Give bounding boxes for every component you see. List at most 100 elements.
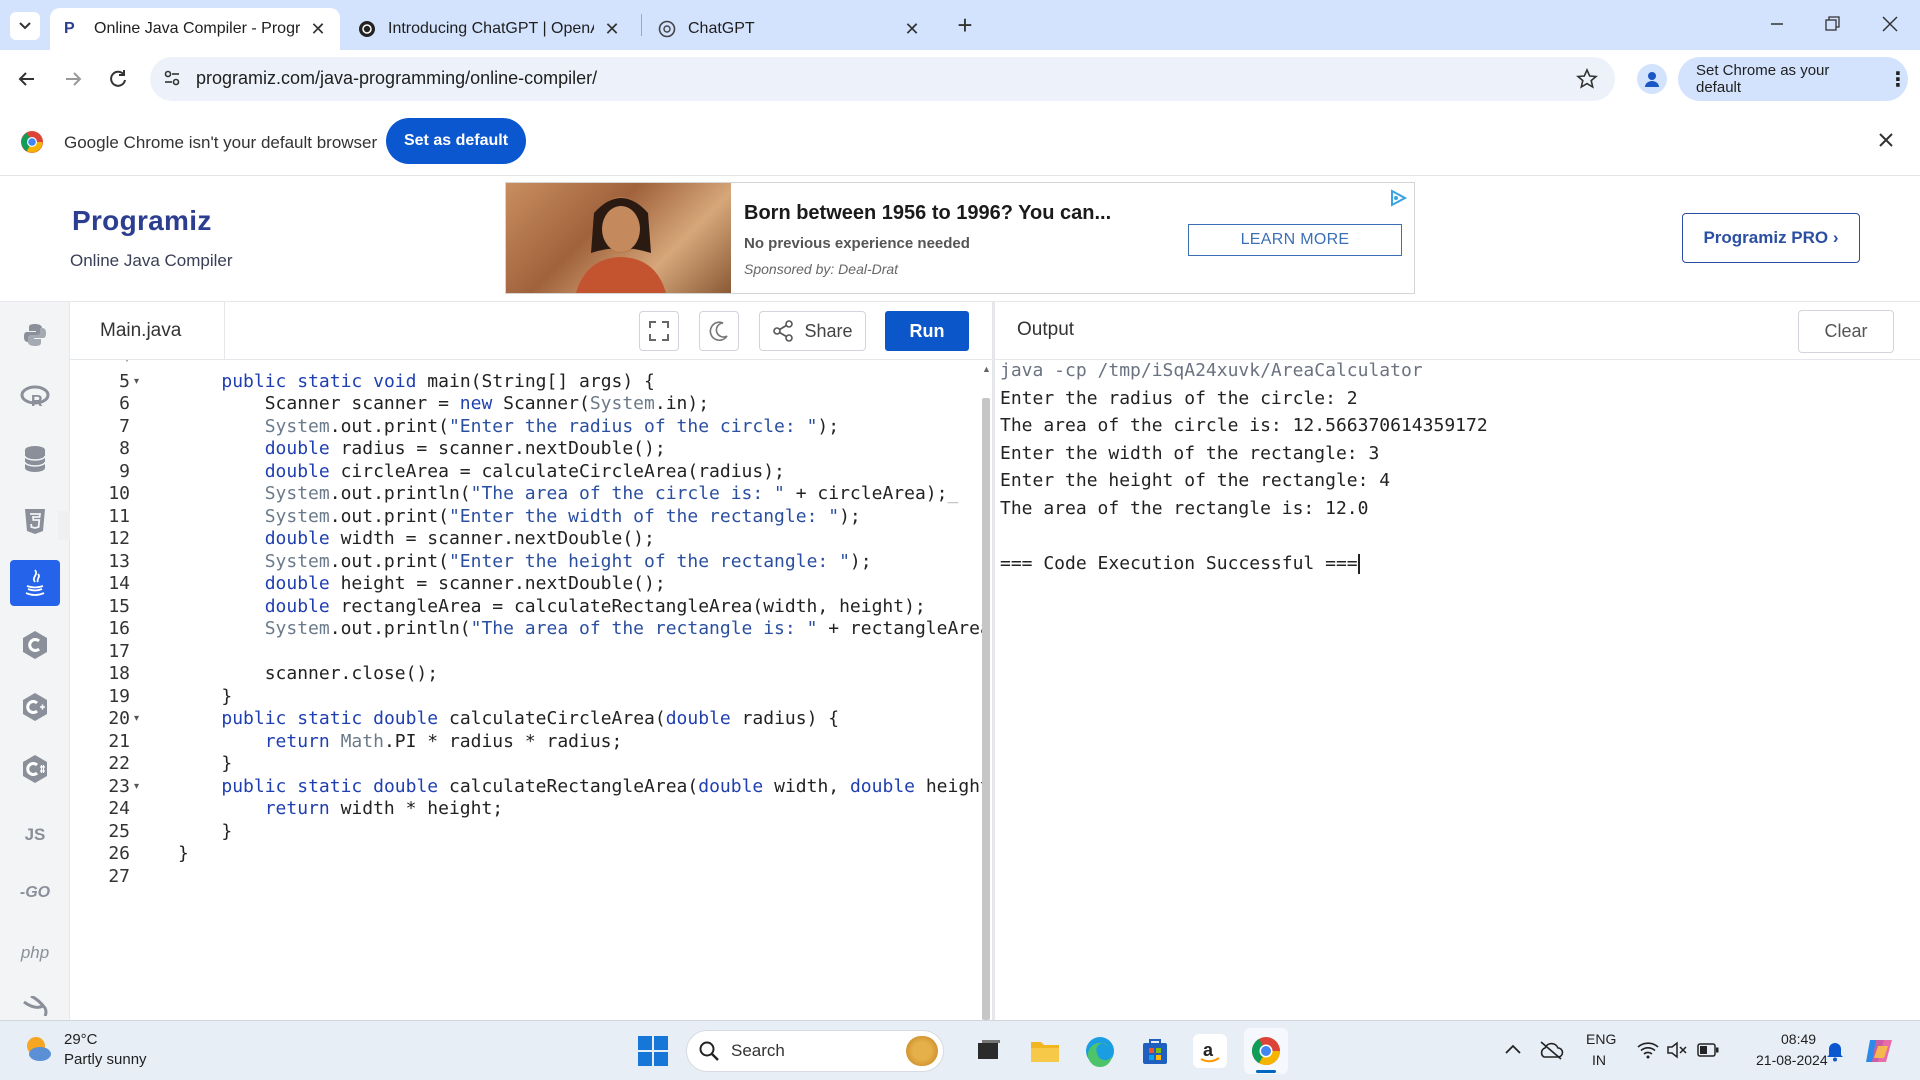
dark-mode-button[interactable]: [699, 311, 739, 351]
r-icon[interactable]: R: [10, 374, 60, 420]
bookmark-star-button[interactable]: [1575, 67, 1599, 91]
weather-description[interactable]: Partly sunny: [64, 1051, 147, 1068]
profile-button[interactable]: [1637, 64, 1667, 94]
file-explorer-icon[interactable]: [1028, 1034, 1062, 1068]
weather-temperature[interactable]: 29°C: [64, 1031, 98, 1048]
minimize-button[interactable]: [1765, 12, 1789, 36]
code-line[interactable]: }: [178, 686, 232, 707]
code-line[interactable]: double radius = scanner.nextDouble();: [178, 438, 666, 459]
fullscreen-button[interactable]: [639, 311, 679, 351]
code-line[interactable]: }: [178, 821, 232, 842]
back-button[interactable]: [14, 66, 40, 92]
amazon-icon[interactable]: a: [1193, 1034, 1227, 1068]
learn-more-button[interactable]: LEARN MORE: [1188, 224, 1402, 256]
run-button[interactable]: Run: [885, 311, 969, 351]
battery-icon[interactable]: [1697, 1043, 1719, 1057]
code-line[interactable]: }: [178, 843, 189, 864]
code-line[interactable]: public static void main(String[] args) {: [178, 371, 655, 392]
code-line[interactable]: return Math.PI * radius * radius;: [178, 731, 623, 752]
tab-openai[interactable]: Introducing ChatGPT | OpenAI ✕: [344, 8, 634, 50]
url-text[interactable]: programiz.com/java-programming/online-co…: [196, 68, 597, 89]
ad-choices-icon[interactable]: [1388, 188, 1408, 208]
code-line[interactable]: public static double calculateCircleArea…: [178, 708, 839, 729]
line-number: 27: [108, 865, 130, 887]
file-tab[interactable]: Main.java: [70, 302, 225, 360]
tab-search-button[interactable]: [10, 12, 40, 40]
code-line[interactable]: double circleArea = calculateCircleArea(…: [178, 461, 785, 482]
restore-button[interactable]: [1820, 12, 1844, 36]
infobar-close-button[interactable]: [1876, 130, 1896, 150]
clock-time[interactable]: 08:49: [1781, 1031, 1816, 1047]
start-button[interactable]: [638, 1036, 668, 1066]
chrome-taskbar-icon[interactable]: [1249, 1034, 1283, 1068]
code-line[interactable]: }: [178, 753, 232, 774]
php-icon[interactable]: php: [10, 930, 60, 976]
volume-muted-icon[interactable]: [1666, 1041, 1688, 1059]
copilot-icon[interactable]: [1864, 1036, 1896, 1066]
python-icon[interactable]: [10, 312, 60, 358]
code-line[interactable]: double width = scanner.nextDouble();: [178, 528, 655, 549]
programiz-logo[interactable]: Programiz: [72, 205, 212, 237]
javascript-icon[interactable]: JS: [10, 812, 60, 858]
close-tab-icon[interactable]: ✕: [310, 19, 326, 40]
wifi-icon[interactable]: [1637, 1041, 1659, 1059]
fold-toggle-icon[interactable]: ▾: [134, 713, 139, 724]
new-tab-button[interactable]: +: [950, 10, 980, 40]
code-line[interactable]: scanner.close();: [178, 663, 438, 684]
star-icon: [1576, 68, 1598, 89]
cpp-icon[interactable]: [10, 684, 60, 730]
code-line[interactable]: public static double calculateRectangleA…: [178, 776, 982, 797]
editor-scroll-up-arrow[interactable]: ▲: [982, 364, 991, 374]
output-console[interactable]: java -cp /tmp/iSqA24xuvk/AreaCalculator E…: [995, 360, 1920, 1020]
close-tab-icon[interactable]: ✕: [904, 19, 920, 40]
clock-date[interactable]: 21-08-2024: [1756, 1052, 1828, 1068]
java-icon[interactable]: [10, 560, 60, 606]
close-tab-icon[interactable]: ✕: [604, 19, 620, 40]
tab-chatgpt[interactable]: ChatGPT ✕: [644, 8, 934, 50]
c-icon[interactable]: [10, 622, 60, 668]
site-info-icon[interactable]: [162, 68, 182, 88]
chevron-up-icon[interactable]: [1504, 1042, 1522, 1056]
share-button[interactable]: Share: [759, 311, 866, 351]
notification-bell-icon[interactable]: [1825, 1040, 1845, 1062]
task-view-icon[interactable]: [972, 1034, 1006, 1068]
active-app-indicator: [1256, 1070, 1276, 1073]
set-chrome-default-chip[interactable]: Set Chrome as your default ⋮: [1678, 57, 1908, 101]
input-language-code[interactable]: ENG: [1586, 1031, 1616, 1047]
ad-title[interactable]: Born between 1956 to 1996? You can...: [744, 202, 1111, 225]
input-language-region[interactable]: IN: [1592, 1052, 1606, 1068]
code-line[interactable]: System.out.print("Enter the width of the…: [178, 506, 861, 527]
microsoft-store-icon[interactable]: [1138, 1034, 1172, 1068]
code-line[interactable]: double rectangleArea = calculateRectangl…: [178, 596, 926, 617]
tab-programiz[interactable]: P Online Java Compiler - Program ✕: [50, 8, 340, 50]
onedrive-offline-icon[interactable]: [1538, 1040, 1564, 1060]
sql-database-icon[interactable]: [10, 436, 60, 482]
text-cursor: [1357, 553, 1360, 574]
html5-icon[interactable]: [10, 498, 60, 544]
line-number: 10: [108, 483, 130, 504]
close-window-button[interactable]: [1878, 12, 1902, 36]
code-line[interactable]: System.out.println("The area of the rect…: [178, 618, 982, 639]
fold-toggle-icon[interactable]: ▾: [134, 781, 139, 792]
edge-browser-icon[interactable]: [1083, 1034, 1117, 1068]
set-as-default-button[interactable]: Set as default: [386, 118, 526, 164]
clear-button[interactable]: Clear: [1798, 310, 1894, 353]
programiz-pro-button[interactable]: Programiz PRO ›: [1682, 213, 1860, 263]
code-line[interactable]: System.out.print("Enter the radius of th…: [178, 416, 839, 437]
ad-image[interactable]: [506, 183, 731, 293]
fold-toggle-icon[interactable]: ▾: [134, 376, 139, 387]
code-editor[interactable]: +5 ▾ public static void main(String[] arg…: [70, 360, 982, 1020]
code-line[interactable]: System.out.println("The area of the circ…: [178, 483, 959, 504]
code-line[interactable]: System.out.print("Enter the height of th…: [178, 551, 872, 572]
code-line[interactable]: double height = scanner.nextDouble();: [178, 573, 666, 594]
code-line[interactable]: return width * height;: [178, 798, 503, 819]
forward-button[interactable]: [60, 66, 86, 92]
editor-scrollbar[interactable]: [982, 398, 990, 1020]
reload-button[interactable]: [105, 66, 131, 92]
swift-icon[interactable]: [10, 996, 60, 1020]
csharp-icon[interactable]: [10, 746, 60, 792]
go-icon[interactable]: - GO: [10, 870, 60, 916]
kebab-menu-icon[interactable]: ⋮: [1888, 67, 1908, 92]
weather-sun-icon[interactable]: [22, 1032, 54, 1064]
code-line[interactable]: Scanner scanner = new Scanner(System.in)…: [178, 393, 709, 414]
